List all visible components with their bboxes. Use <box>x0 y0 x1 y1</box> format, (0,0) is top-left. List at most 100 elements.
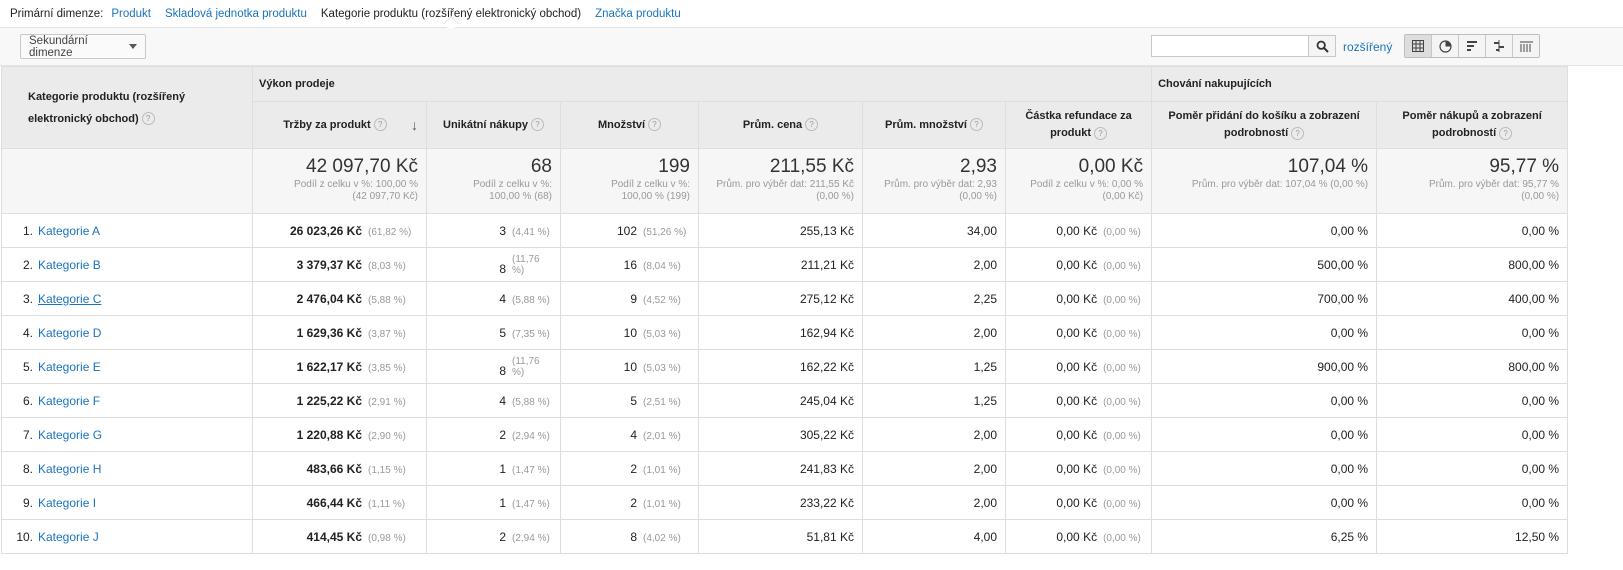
quantity-percent: (5,03 %) <box>643 362 681 374</box>
revenue-value: 466,44 Kč <box>306 495 362 510</box>
quantity-cell: 5 (2,51 %) <box>560 383 699 418</box>
unique-percent: (2,94 %) <box>512 430 550 442</box>
refund-percent: (0,00 %) <box>1103 396 1141 408</box>
total-avg-price: 211,55 Kč Prům. pro výběr dat: 211,55 Kč(… <box>698 148 863 214</box>
cart-ratio-cell: 900,00 % <box>1151 349 1378 384</box>
category-link[interactable]: Kategorie G <box>38 428 102 442</box>
advanced-filter-link[interactable]: rozšířený <box>1343 40 1392 54</box>
column-header-cart-ratio[interactable]: Poměr přidání do košíku a zobrazení podr… <box>1151 101 1378 149</box>
buy-ratio-cell: 0,00 % <box>1376 417 1569 452</box>
buy-ratio-cell: 800,00 % <box>1376 349 1569 384</box>
quantity-percent: (2,01 %) <box>643 430 681 442</box>
pivot-view-button[interactable] <box>1513 35 1539 57</box>
revenue-value: 26 023,26 Kč <box>289 223 362 238</box>
category-link[interactable]: Kategorie J <box>38 530 99 544</box>
unique-cell: 4 (5,88 %) <box>426 281 561 316</box>
help-icon[interactable]: ? <box>1291 126 1305 140</box>
primary-dim-category[interactable]: Kategorie produktu (rozšířený elektronic… <box>321 8 581 20</box>
revenue-percent: (1,11 %) <box>368 498 406 510</box>
column-header-unique-purchases[interactable]: Unikátní nákupy? <box>426 101 561 149</box>
category-link[interactable]: Kategorie B <box>38 258 101 272</box>
refund-cell: 0,00 Kč (0,00 %) <box>1004 451 1153 486</box>
pie-view-button[interactable] <box>1432 35 1459 57</box>
help-icon[interactable]: ? <box>1094 126 1108 140</box>
primary-dim-product[interactable]: Produkt <box>111 8 151 20</box>
buy-ratio-cell: 400,00 % <box>1376 281 1569 316</box>
sort-descending-icon: ↓ <box>411 116 418 133</box>
help-icon[interactable]: ? <box>373 118 387 132</box>
category-link[interactable]: Kategorie I <box>38 496 96 510</box>
primary-dimension-bar: Primární dimenze: Produkt Skladová jedno… <box>0 0 1623 28</box>
quantity-cell: 10 (5,03 %) <box>560 315 699 350</box>
refund-value: 0,00 Kč <box>1056 223 1098 238</box>
refund-value: 0,00 Kč <box>1056 495 1098 510</box>
primary-dimension-label: Primární dimenze: <box>10 7 104 20</box>
help-icon[interactable]: ? <box>141 112 155 126</box>
category-link[interactable]: Kategorie D <box>38 326 101 340</box>
column-header-refund[interactable]: Částka refundace za produkt? <box>1004 101 1153 149</box>
row-dimension-cell: 8. Kategorie H <box>1 451 253 486</box>
help-icon[interactable]: ? <box>1499 126 1513 140</box>
revenue-value: 414,45 Kč <box>306 529 362 544</box>
category-link[interactable]: Kategorie A <box>38 224 100 238</box>
category-link[interactable]: Kategorie E <box>38 360 101 374</box>
avg-quantity-cell: 1,25 <box>862 349 1006 384</box>
buy-ratio-cell: 0,00 % <box>1376 383 1569 418</box>
table-row: 1. Kategorie A 26 023,26 Kč (61,82 %) 3 (4,41… <box>1 213 1569 248</box>
column-header-buy-ratio[interactable]: Poměr nákupů a zobrazení podrobností? <box>1376 101 1569 149</box>
secondary-dimension-dropdown[interactable]: Sekundární dimenze <box>20 34 146 59</box>
search-input[interactable] <box>1151 35 1309 57</box>
revenue-percent: (2,91 %) <box>368 396 406 408</box>
category-link[interactable]: Kategorie F <box>38 394 100 408</box>
quantity-percent: (8,04 %) <box>643 260 681 272</box>
category-link[interactable]: Kategorie H <box>38 462 101 476</box>
revenue-percent: (3,85 %) <box>368 362 406 374</box>
unique-value: 4 <box>499 393 506 408</box>
help-icon[interactable]: ? <box>648 118 662 132</box>
help-icon[interactable]: ? <box>805 118 819 132</box>
comparison-view-button[interactable] <box>1486 35 1513 57</box>
avg-price-cell: 255,13 Kč <box>698 213 863 248</box>
search-button[interactable] <box>1309 35 1336 57</box>
primary-dim-sku[interactable]: Skladová jednotka produktu <box>165 8 307 20</box>
quantity-value: 2 <box>630 461 637 476</box>
table-view-button[interactable] <box>1405 35 1432 57</box>
refund-cell: 0,00 Kč (0,00 %) <box>1004 349 1153 384</box>
cart-ratio-cell: 0,00 % <box>1151 315 1378 350</box>
column-header-dimension[interactable]: Kategorie produktu (rozšířený elektronic… <box>1 66 253 149</box>
group-header-row: Kategorie produktu (rozšířený elektronic… <box>1 66 1569 149</box>
help-icon[interactable]: ? <box>969 118 983 132</box>
quantity-cell: 2 (1,01 %) <box>560 451 699 486</box>
total-unique: 68 Podíl z celku v %: 100,00 % (68) <box>426 148 561 214</box>
refund-percent: (0,00 %) <box>1103 226 1141 238</box>
column-header-avg-price[interactable]: Prům. cena? <box>698 101 863 149</box>
column-header-revenue[interactable]: Tržby za produkt? ↓ <box>252 101 427 149</box>
row-index: 3. <box>22 291 33 306</box>
refund-value: 0,00 Kč <box>1056 529 1098 544</box>
avg-price-cell: 162,94 Kč <box>698 315 863 350</box>
revenue-percent: (2,90 %) <box>368 430 406 442</box>
column-header-quantity[interactable]: Množství? <box>560 101 699 149</box>
primary-dim-brand[interactable]: Značka produktu <box>595 8 681 20</box>
avg-quantity-cell: 2,00 <box>862 485 1006 520</box>
total-revenue: 42 097,70 Kč Podíl z celku v %: 100,00 %(… <box>252 148 427 214</box>
performance-view-button[interactable] <box>1459 35 1486 57</box>
cart-ratio-cell: 500,00 % <box>1151 247 1378 282</box>
table-row: 8. Kategorie H 483,66 Kč (1,15 %) 1 (1,47 %) 2… <box>1 451 1569 486</box>
refund-value: 0,00 Kč <box>1056 325 1098 340</box>
refund-cell: 0,00 Kč (0,00 %) <box>1004 383 1153 418</box>
quantity-percent: (4,52 %) <box>643 294 681 306</box>
column-header-avg-quantity[interactable]: Prům. množství? <box>862 101 1006 149</box>
refund-percent: (0,00 %) <box>1103 328 1141 340</box>
refund-cell: 0,00 Kč (0,00 %) <box>1004 213 1153 248</box>
quantity-value: 2 <box>630 495 637 510</box>
row-index: 1. <box>22 223 33 238</box>
cart-ratio-cell: 0,00 % <box>1151 485 1378 520</box>
avg-price-cell: 233,22 Kč <box>698 485 863 520</box>
table-row: 10. Kategorie J 414,45 Kč (0,98 %) 2 (2,94 %)… <box>1 519 1569 554</box>
unique-value: 2 <box>499 427 506 442</box>
help-icon[interactable]: ? <box>530 118 544 132</box>
quantity-percent: (4,02 %) <box>643 532 681 544</box>
category-link[interactable]: Kategorie C <box>38 292 101 306</box>
unique-percent: (1,47 %) <box>512 498 550 510</box>
